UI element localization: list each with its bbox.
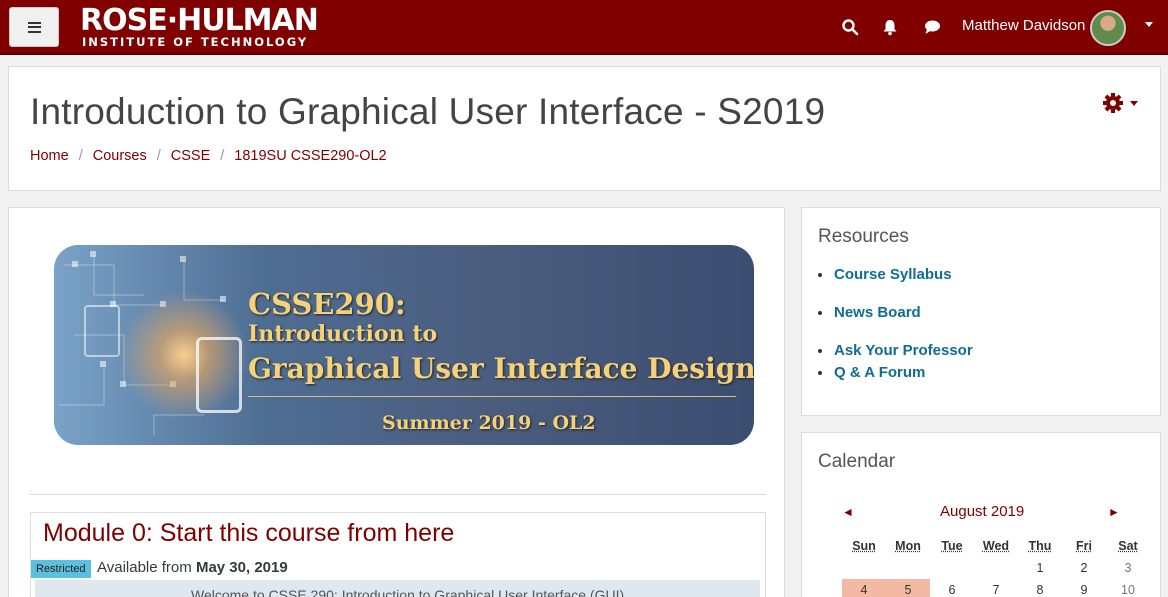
user-name[interactable]: Matthew Davidson bbox=[962, 17, 1085, 34]
avatar[interactable] bbox=[1090, 10, 1126, 46]
calendar-day[interactable]: 2 bbox=[1062, 557, 1106, 579]
page-header: Introduction to Graphical User Interface… bbox=[8, 66, 1161, 191]
device-graphic bbox=[84, 305, 120, 357]
module-title[interactable]: Module 0: Start this course from here bbox=[43, 519, 454, 548]
logo-line-2: INSTITUTE OF TECHNOLOGY bbox=[82, 35, 309, 49]
availability-prefix: Available from bbox=[97, 559, 192, 576]
page-title: Introduction to Graphical User Interface… bbox=[30, 91, 826, 132]
breadcrumb-course[interactable]: 1819SU CSSE290-OL2 bbox=[234, 148, 386, 164]
calendar-block: Calendar ◄ August 2019 ► Sun Mon Tue Wed… bbox=[801, 432, 1161, 597]
search-icon[interactable] bbox=[841, 18, 859, 36]
banner-divider bbox=[248, 396, 736, 397]
calendar-week: 1 2 3 bbox=[842, 557, 1150, 579]
chat-icon[interactable] bbox=[923, 18, 941, 36]
module-section: Module 0: Start this course from here Re… bbox=[30, 512, 766, 597]
calendar-month[interactable]: August 2019 bbox=[940, 503, 1024, 520]
resources-block: Resources Course Syllabus News Board Ask… bbox=[801, 207, 1161, 416]
bullet-icon bbox=[818, 273, 822, 277]
logo-line-1: ROSE·HULMAN bbox=[80, 3, 319, 38]
breadcrumb-csse[interactable]: CSSE bbox=[171, 148, 211, 164]
block-title: Resources bbox=[818, 226, 909, 247]
section-divider bbox=[29, 494, 766, 495]
banner-course-name: Graphical User Interface Design bbox=[248, 352, 754, 385]
day-header: Sat bbox=[1118, 539, 1138, 553]
block-title: Calendar bbox=[818, 451, 896, 472]
day-header: Tue bbox=[941, 539, 963, 553]
resource-link-news[interactable]: News Board bbox=[834, 304, 921, 321]
welcome-text: Welcome to CSSE 290: Introduction to Gra… bbox=[35, 580, 760, 597]
calendar-day bbox=[930, 557, 974, 579]
bullet-icon bbox=[818, 349, 822, 353]
calendar-day-event[interactable]: 5 bbox=[886, 579, 930, 597]
bullet-icon bbox=[818, 311, 822, 315]
calendar-day bbox=[842, 557, 886, 579]
top-navbar: ROSE·HULMAN INSTITUTE OF TECHNOLOGY Matt… bbox=[0, 0, 1168, 55]
bell-icon[interactable] bbox=[881, 18, 899, 36]
site-logo[interactable]: ROSE·HULMAN INSTITUTE OF TECHNOLOGY bbox=[80, 3, 319, 49]
calendar-day bbox=[886, 557, 930, 579]
calendar-day bbox=[974, 557, 1018, 579]
gear-icon bbox=[1103, 93, 1123, 113]
course-settings-button[interactable] bbox=[1102, 92, 1138, 114]
calendar-day[interactable]: 10 bbox=[1106, 579, 1150, 597]
banner-subtitle: Introduction to bbox=[248, 321, 438, 347]
resource-link-qa-forum[interactable]: Q & A Forum bbox=[834, 364, 925, 381]
menu-toggle-button[interactable] bbox=[9, 7, 59, 47]
day-header: Wed bbox=[982, 539, 1010, 553]
resource-link-ask-professor[interactable]: Ask Your Professor bbox=[834, 342, 973, 359]
day-header: Mon bbox=[895, 539, 921, 553]
calendar-day[interactable]: 7 bbox=[974, 579, 1018, 597]
next-month-button[interactable]: ► bbox=[1108, 505, 1120, 519]
calendar-table: Sun Mon Tue Wed Thu Fri Sat 1 2 3 4 5 6 … bbox=[842, 535, 1150, 597]
availability-text: Available from May 30, 2019 bbox=[97, 559, 288, 576]
restricted-badge: Restricted bbox=[31, 560, 91, 578]
caret-down-icon[interactable] bbox=[1145, 22, 1153, 27]
calendar-header-row: Sun Mon Tue Wed Thu Fri Sat bbox=[842, 535, 1150, 557]
menu-icon bbox=[27, 21, 41, 33]
banner-term: Summer 2019 - OL2 bbox=[382, 412, 596, 434]
calendar-day[interactable]: 8 bbox=[1018, 579, 1062, 597]
breadcrumb-separator: / bbox=[78, 148, 83, 164]
course-content: CSSE290: Introduction to Graphical User … bbox=[8, 207, 785, 597]
calendar-day[interactable]: 9 bbox=[1062, 579, 1106, 597]
bullet-icon bbox=[818, 371, 822, 375]
phone-graphic bbox=[196, 337, 242, 413]
breadcrumb-courses[interactable]: Courses bbox=[93, 148, 147, 164]
course-banner: CSSE290: Introduction to Graphical User … bbox=[54, 245, 754, 445]
availability-date: May 30, 2019 bbox=[195, 559, 288, 576]
day-header: Thu bbox=[1028, 539, 1052, 553]
calendar-day[interactable]: 3 bbox=[1106, 557, 1150, 579]
prev-month-button[interactable]: ◄ bbox=[842, 505, 854, 519]
breadcrumb-separator: / bbox=[220, 148, 225, 164]
calendar-day-event[interactable]: 4 bbox=[842, 579, 886, 597]
breadcrumb: Home / Courses / CSSE / 1819SU CSSE290-O… bbox=[30, 148, 387, 164]
calendar-day[interactable]: 1 bbox=[1018, 557, 1062, 579]
breadcrumb-home[interactable]: Home bbox=[30, 148, 69, 164]
breadcrumb-separator: / bbox=[156, 148, 161, 164]
caret-down-icon bbox=[1130, 100, 1138, 106]
day-header: Fri bbox=[1076, 539, 1092, 553]
resource-link-syllabus[interactable]: Course Syllabus bbox=[834, 266, 952, 283]
calendar-day[interactable]: 6 bbox=[930, 579, 974, 597]
banner-course-code: CSSE290: bbox=[248, 287, 406, 321]
calendar-week: 4 5 6 7 8 9 10 bbox=[842, 579, 1150, 597]
day-header: Sun bbox=[852, 539, 876, 553]
